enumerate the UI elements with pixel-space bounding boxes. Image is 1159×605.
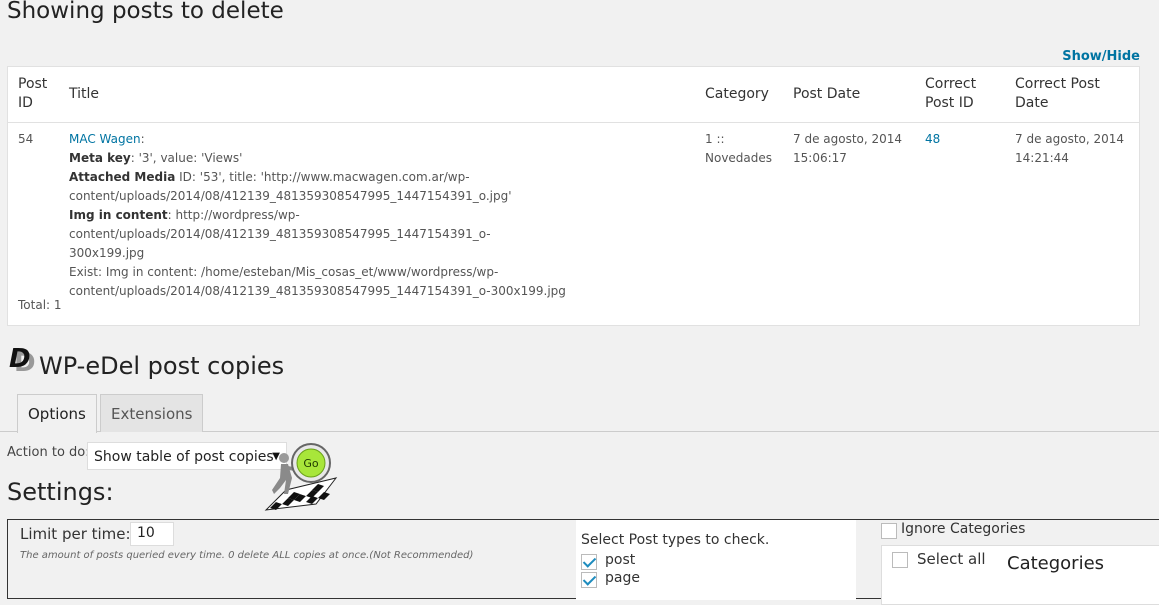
tab-options[interactable]: Options (17, 394, 97, 433)
attached-media-label: Attached Media (69, 170, 176, 184)
cell-post-date: 7 de agosto, 2014 15:06:17 (793, 132, 903, 165)
action-select[interactable]: Show table of post copies ▼ (87, 442, 287, 470)
attached-media-value: ID: '53', title: 'http://www.macwagen.co… (175, 170, 470, 184)
attached-media-value-cont: content/uploads/2014/08/412139_481359308… (69, 189, 512, 203)
checkered-flag-icon (264, 477, 338, 511)
limit-help-text: The amount of posts queried every time. … (20, 550, 474, 561)
limit-input[interactable]: 10 (130, 522, 174, 546)
select-all-checkbox[interactable] (892, 552, 908, 568)
go-button[interactable]: Go (262, 438, 340, 518)
cell-category: 1 :: Novedades (705, 132, 773, 165)
header-correct-post-id: Correct Post ID (925, 76, 977, 111)
post-types-panel: Select Post types to check. post page (576, 520, 856, 600)
header-correct-post-date: Correct Post Date (1015, 76, 1100, 111)
cell-title: MAC Wagen: Meta key: '3', value: 'Views'… (69, 130, 709, 301)
action-label: Action to do: (7, 445, 90, 460)
select-all-label: Select all (917, 550, 986, 568)
cell-post-id: 54 (18, 132, 34, 146)
go-label: Go (303, 457, 319, 470)
exist-line: Exist: Img in content: /home/esteban/Mis… (69, 265, 499, 279)
header-title: Title (69, 86, 100, 102)
ignore-categories-label: Ignore Categories (901, 521, 1026, 537)
post-types-title: Select Post types to check. (581, 532, 770, 548)
show-hide-link[interactable]: Show/Hide (1062, 49, 1140, 64)
plugin-title: WP-eDel post copies (39, 352, 285, 380)
categories-heading: Categories (1007, 553, 1105, 574)
cell-correct-post-id: 48 (925, 130, 940, 149)
post-type-page-checkbox[interactable] (581, 572, 597, 588)
table-header: Post ID Title Category Post Date Correct… (8, 67, 1139, 123)
settings-title: Settings: (7, 478, 114, 506)
meta-key-label: Meta key (69, 151, 131, 165)
meta-key-value: : '3', value: 'Views' (130, 151, 243, 165)
settings-panel: Limit per time: 10 The amount of posts q… (7, 519, 1159, 605)
exist-line-cont: content/uploads/2014/08/412139_481359308… (69, 284, 566, 298)
table-total: Total: 1 (18, 298, 62, 312)
post-title-link[interactable]: MAC Wagen (69, 132, 141, 146)
svg-text:D: D (9, 344, 31, 374)
header-category: Category (705, 86, 769, 102)
header-post-id: Post ID (18, 76, 48, 111)
plugin-logo-icon: D D (7, 344, 39, 378)
ignore-categories-checkbox[interactable] (881, 523, 897, 539)
cell-correct-post-date: 7 de agosto, 2014 14:21:44 (1015, 132, 1125, 165)
header-post-date: Post Date (793, 86, 861, 102)
categories-panel: Select all Categories (881, 545, 1159, 605)
post-type-page-label: page (605, 570, 640, 586)
correct-post-id-link[interactable]: 48 (925, 132, 940, 146)
img-content-value-cont: 300x199.jpg (69, 246, 145, 260)
limit-label: Limit per time: (20, 525, 131, 543)
tab-extensions[interactable]: Extensions (100, 394, 204, 432)
post-type-post-label: post (605, 552, 636, 568)
action-selected-value: Show table of post copies (94, 449, 274, 465)
post-type-post-checkbox[interactable] (581, 554, 597, 570)
posts-table: Post ID Title Category Post Date Correct… (7, 66, 1140, 326)
img-content-label: Img in content (69, 208, 168, 222)
page-title: Showing posts to delete (7, 0, 284, 24)
